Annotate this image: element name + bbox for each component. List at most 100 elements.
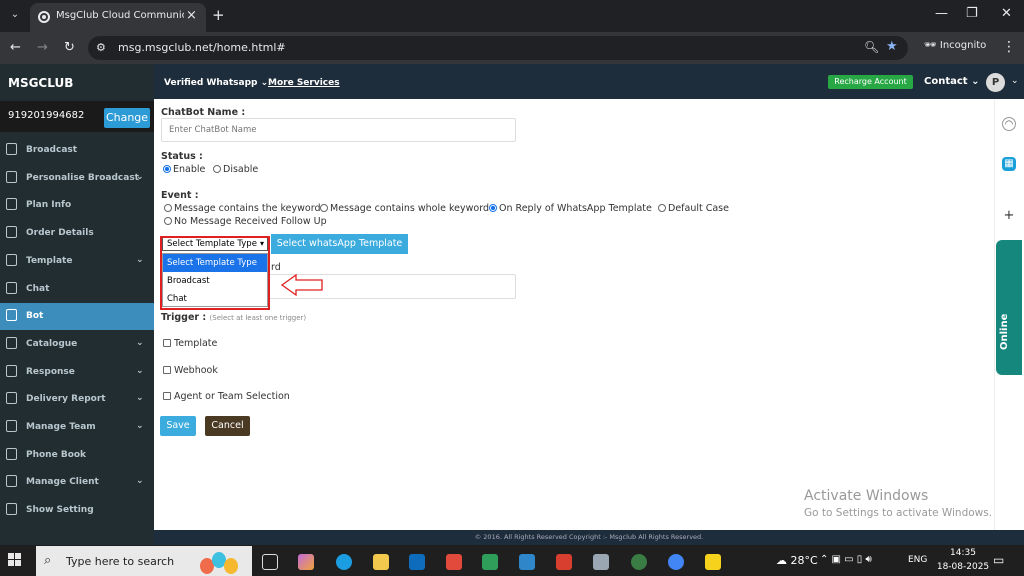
radio-unchecked[interactable] <box>213 165 221 173</box>
url-text[interactable]: msg.msgclub.net/home.html# <box>118 41 286 54</box>
sidebar-item[interactable]: Template ⌄ <box>0 248 154 275</box>
event-no-message-option[interactable]: No Message Received Follow Up <box>164 216 327 227</box>
tab-search-icon[interactable]: ⌄ <box>6 6 24 24</box>
chrome-icon[interactable] <box>668 554 684 570</box>
sidebar-item[interactable]: Phone Book <box>0 442 154 469</box>
calculator-icon[interactable]: ▦ <box>1002 157 1016 171</box>
radio-unchecked[interactable] <box>658 204 666 212</box>
sidebar-item[interactable]: Order Details <box>0 220 154 247</box>
contact-label: Contact <box>924 76 968 87</box>
bookmark-star-icon[interactable]: ★ <box>886 39 898 54</box>
incognito-indicator[interactable]: 🕶︎ Incognito <box>924 40 986 51</box>
copilot-icon[interactable] <box>298 554 314 570</box>
sidebar-item[interactable]: Personalise Broadcast ⌄ <box>0 165 154 192</box>
close-tab-icon[interactable]: × <box>186 8 197 23</box>
cancel-button[interactable]: Cancel <box>205 416 250 436</box>
edge-icon[interactable] <box>336 554 352 570</box>
browser-tab[interactable]: MsgClub Cloud Communication × <box>30 3 206 32</box>
chevron-down-icon: ⌄ <box>136 337 144 348</box>
clock-time[interactable]: 14:35 <box>946 548 980 558</box>
sidebar: MSGCLUB 919201994682 Change Broadcast Per… <box>0 64 154 543</box>
outlook-icon[interactable] <box>409 554 425 570</box>
windows-start-icon[interactable] <box>8 553 22 567</box>
clock-date[interactable]: 18-08-2025 <box>936 562 990 572</box>
settings-app-icon[interactable] <box>593 554 609 570</box>
support-icon[interactable]: ◠ <box>1002 117 1016 131</box>
back-icon[interactable]: ← <box>10 40 21 55</box>
notes-app-icon[interactable] <box>482 554 498 570</box>
radio-checked[interactable] <box>489 204 497 212</box>
browser-tab-bar: ⌄ MsgClub Cloud Communication × + — ❐ ✕ <box>0 0 1024 32</box>
radio-unchecked[interactable] <box>164 217 172 225</box>
chevron-down-icon[interactable]: ⌄ <box>1011 76 1019 86</box>
change-account-button[interactable]: Change <box>104 108 150 128</box>
notification-icon[interactable]: ▭ <box>993 553 1004 567</box>
sidebar-item[interactable]: Response ⌄ <box>0 359 154 386</box>
status-disable-option[interactable]: Disable <box>213 164 258 175</box>
sidebar-item[interactable]: Broadcast <box>0 137 154 164</box>
weather-widget[interactable]: ☁ 28°C <box>776 554 818 567</box>
menu-item-icon <box>6 447 17 460</box>
sidebar-item[interactable]: Delivery Report ⌄ <box>0 386 154 413</box>
contact-menu[interactable]: Contact ⌄ <box>924 76 979 87</box>
select-whatsapp-template-button[interactable]: Select whatsApp Template <box>271 234 408 254</box>
task-view-icon[interactable] <box>262 554 278 570</box>
chatbot-name-input[interactable] <box>161 118 516 142</box>
system-tray-icons[interactable]: ⌃ ▣ ▭ ▯ 🔊︎ <box>820 554 872 565</box>
sidebar-item-label: Order Details <box>26 228 94 239</box>
sidebar-item[interactable]: Bot <box>0 303 154 331</box>
trigger-webhook-option[interactable]: Webhook <box>163 365 218 376</box>
sidebar-item[interactable]: Manage Team ⌄ <box>0 414 154 441</box>
checkbox[interactable] <box>163 392 171 400</box>
taskbar-search[interactable]: ⌕ Type here to search <box>36 546 252 576</box>
trigger-agent-option[interactable]: Agent or Team Selection <box>163 391 290 402</box>
chevron-down-icon: ⌄ <box>136 365 144 376</box>
event-contains-label: Message contains the keyword <box>174 203 321 214</box>
sidebar-item[interactable]: Chat <box>0 276 154 303</box>
new-tab-icon[interactable]: + <box>212 6 225 24</box>
close-window-icon[interactable]: ✕ <box>1001 6 1012 21</box>
browser-menu-icon[interactable]: ⋮ <box>1002 39 1016 55</box>
language-indicator[interactable]: ENG <box>908 555 927 565</box>
checkbox[interactable] <box>163 339 171 347</box>
chrome-profile-icon[interactable] <box>631 554 647 570</box>
radio-checked[interactable] <box>163 165 171 173</box>
trigger-template-option[interactable]: Template <box>163 338 217 349</box>
event-reply-option[interactable]: On Reply of WhatsApp Template <box>489 203 652 214</box>
anydesk-icon[interactable] <box>556 554 572 570</box>
status-enable-label: Enable <box>173 164 206 175</box>
status-enable-option[interactable]: Enable <box>163 164 205 175</box>
forward-icon[interactable]: → <box>37 40 48 55</box>
minimize-icon[interactable]: — <box>935 6 948 21</box>
sidebar-item[interactable]: Catalogue ⌄ <box>0 331 154 358</box>
reload-icon[interactable]: ↻ <box>64 40 75 55</box>
account-number-box: 919201994682 Change <box>0 101 154 132</box>
verified-whatsapp-menu[interactable]: Verified Whatsapp ⌄ <box>164 78 268 88</box>
sidebar-item[interactable]: Plan Info <box>0 192 154 219</box>
app-icon[interactable] <box>519 554 535 570</box>
sticky-notes-icon[interactable] <box>705 554 721 570</box>
recharge-account-button[interactable]: Recharge Account <box>828 75 913 89</box>
save-button[interactable]: Save <box>160 416 196 436</box>
top-navbar: Verified Whatsapp ⌄ More Services Rechar… <box>154 64 1024 99</box>
event-default-option[interactable]: Default Case <box>658 203 729 214</box>
online-chat-tab[interactable]: Online <box>996 240 1022 375</box>
sidebar-item[interactable]: Show Setting <box>0 497 154 524</box>
restore-icon[interactable]: ❐ <box>966 6 978 21</box>
online-label: Online <box>999 313 1010 350</box>
checkbox[interactable] <box>163 366 171 374</box>
user-avatar[interactable]: P <box>986 73 1005 92</box>
site-info-icon[interactable]: ⚙ <box>96 41 106 54</box>
event-contains-option[interactable]: Message contains the keyword <box>164 203 320 214</box>
more-services-link[interactable]: More Services <box>268 78 340 88</box>
zoom-icon[interactable]: 🔍︎ <box>864 40 879 54</box>
address-bar[interactable]: ⚙ msg.msgclub.net/home.html# 🔍︎ ★ <box>88 36 908 60</box>
add-icon[interactable]: + <box>1002 209 1016 223</box>
radio-unchecked[interactable] <box>320 204 328 212</box>
file-explorer-icon[interactable] <box>373 554 389 570</box>
sidebar-item[interactable]: Manage Client ⌄ <box>0 469 154 496</box>
radio-unchecked[interactable] <box>164 204 172 212</box>
incognito-icon: 🕶︎ <box>924 40 940 51</box>
wps-icon[interactable] <box>446 554 462 570</box>
event-whole-option[interactable]: Message contains whole keyword <box>320 203 489 214</box>
